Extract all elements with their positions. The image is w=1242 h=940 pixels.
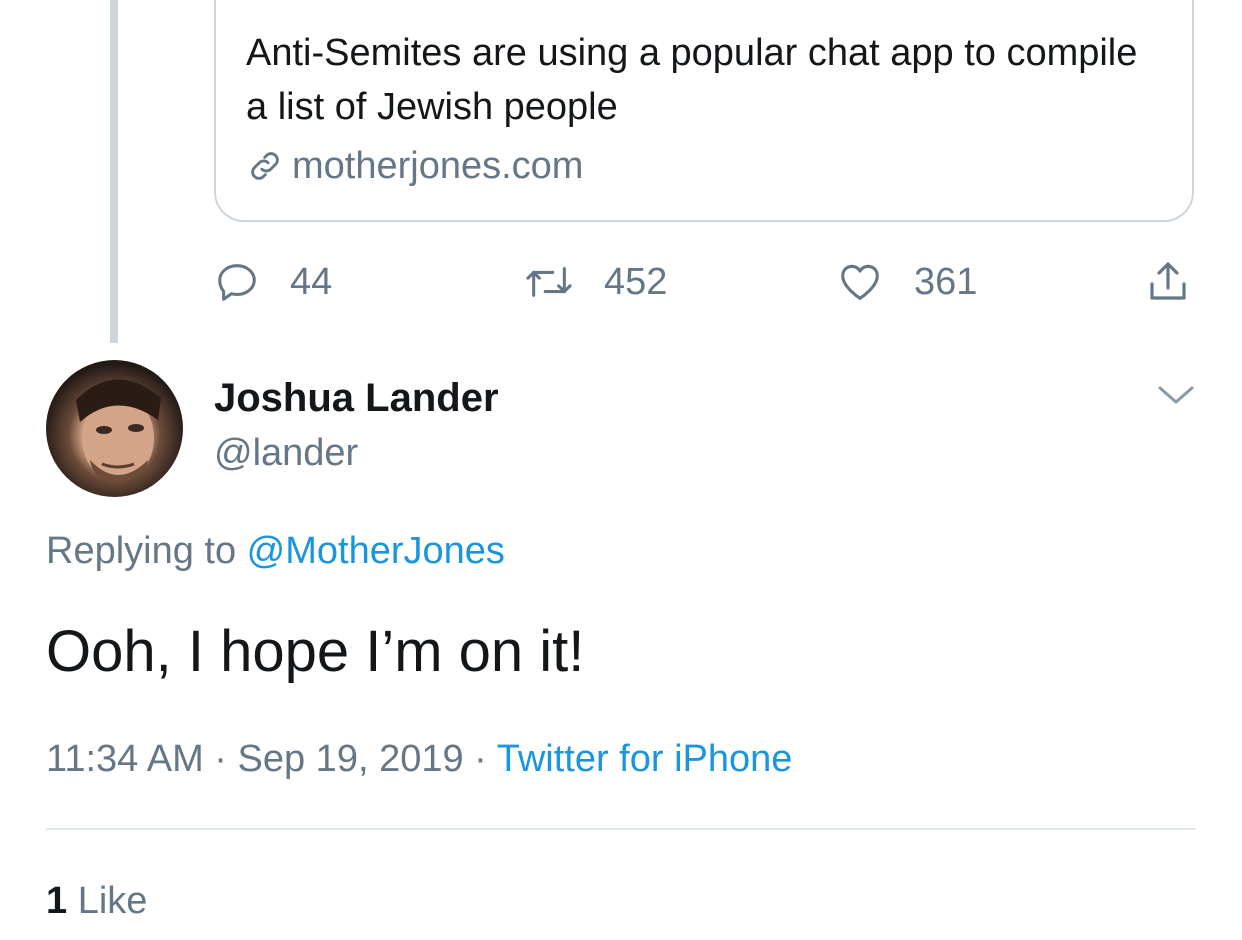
meta-separator: · <box>203 738 238 780</box>
link-preview-card[interactable]: Anti-Semites are using a popular chat ap… <box>214 0 1194 222</box>
replying-to-label: Replying to <box>46 530 247 572</box>
likes-stat[interactable]: 1 Like <box>46 880 147 923</box>
tweet-detail-page: Anti-Semites are using a popular chat ap… <box>0 0 1242 940</box>
reply-icon <box>218 264 256 301</box>
heart-icon <box>841 264 879 300</box>
tweet-date: Sep 19, 2019 <box>237 738 464 780</box>
tweet-metadata: 11:34 AM · Sep 19, 2019 · Twitter for iP… <box>46 738 792 781</box>
author-handle[interactable]: @lander <box>214 432 358 475</box>
likes-number: 1 <box>46 880 68 922</box>
replying-to-mention[interactable]: @MotherJones <box>247 530 505 572</box>
reply-count: 44 <box>290 260 333 303</box>
chevron-down-icon[interactable] <box>1156 380 1196 410</box>
share-icon <box>1150 262 1186 300</box>
meta-separator: · <box>463 738 497 780</box>
retweet-icon <box>526 267 572 297</box>
share-button[interactable] <box>1144 254 1192 310</box>
card-domain-row: motherjones.com <box>246 144 583 188</box>
tweet-source-link[interactable]: Twitter for iPhone <box>497 738 793 780</box>
retweet-count: 452 <box>604 260 668 303</box>
link-icon <box>251 152 279 180</box>
author-name[interactable]: Joshua Lander <box>214 376 499 421</box>
thread-connector-line <box>110 0 118 343</box>
tweet-action-bar: 44 452 361 <box>214 254 1194 310</box>
reply-button[interactable]: 44 <box>214 254 332 310</box>
likes-label: Like <box>67 880 148 922</box>
replying-to-line: Replying to @MotherJones <box>46 530 505 573</box>
divider <box>46 828 1196 830</box>
card-domain-text: motherjones.com <box>292 145 584 187</box>
retweet-button[interactable]: 452 <box>524 254 667 310</box>
like-count: 361 <box>914 260 978 303</box>
like-button[interactable]: 361 <box>836 254 977 310</box>
avatar-face-image <box>76 379 161 484</box>
tweet-time: 11:34 AM <box>46 738 204 780</box>
avatar[interactable] <box>46 360 183 497</box>
card-title: Anti-Semites are using a popular chat ap… <box>246 32 1138 128</box>
tweet-text: Ooh, I hope I’m on it! <box>46 619 585 684</box>
